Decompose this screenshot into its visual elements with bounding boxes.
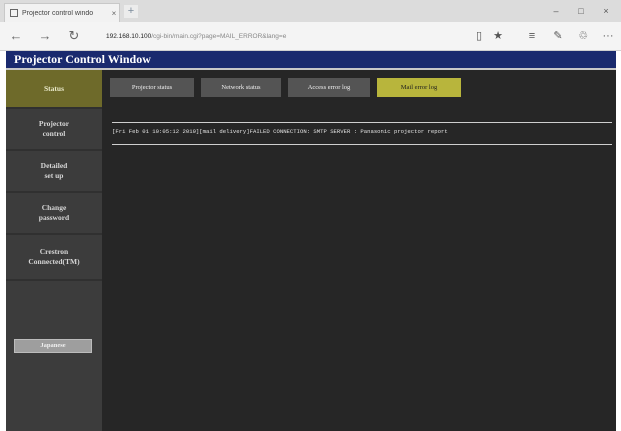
url-path: /cgi-bin/main.cgi?page=MAIL_ERROR&lang=e (151, 33, 287, 40)
tab-network-status[interactable]: Network status (201, 78, 281, 97)
japanese-button[interactable]: Japanese (14, 339, 92, 353)
sidebar-item-status[interactable]: Status (6, 70, 102, 109)
sidebar-item-crestron-connected[interactable]: Crestron Connected(TM) (6, 235, 102, 281)
hub-icon[interactable]: ≡ (525, 29, 539, 43)
sidebar-item-change-password[interactable]: Change password (6, 193, 102, 235)
page-icon (10, 9, 18, 17)
url-host: 192.168.10.100 (106, 33, 152, 40)
back-icon[interactable]: ← (8, 28, 24, 44)
tab-access-error-log[interactable]: Access error log (288, 78, 370, 97)
minimize-button[interactable]: – (548, 5, 564, 17)
mail-error-log: [Fri Feb 01 10:05:12 2019][mail delivery… (112, 122, 612, 152)
sidebar-item-detailed-set-up[interactable]: Detailed set up (6, 151, 102, 193)
projector-control-window: Projector Control Window Status Projecto… (6, 51, 616, 431)
forward-icon[interactable]: → (37, 28, 53, 44)
log-top-rule (112, 122, 612, 123)
log-bottom-rule (112, 144, 612, 145)
reading-view-icon[interactable]: ▯ (472, 29, 486, 43)
favorite-star-icon[interactable]: ★ (491, 29, 505, 43)
web-note-icon[interactable]: ✎ (551, 29, 565, 43)
app-title: Projector Control Window (6, 51, 616, 68)
tab-mail-error-log[interactable]: Mail error log (377, 78, 461, 97)
log-entry: [Fri Feb 01 10:05:12 2019][mail delivery… (112, 128, 448, 135)
status-tabs: Projector status Network status Access e… (102, 70, 616, 110)
share-icon[interactable]: ♲ (576, 29, 590, 43)
browser-tab[interactable]: Projector control windo × (4, 3, 120, 22)
maximize-button[interactable]: □ (573, 5, 589, 17)
url-input[interactable]: 192.168.10.100/cgi-bin/main.cgi?page=MAI… (100, 28, 480, 45)
tab-close-icon[interactable]: × (109, 9, 119, 18)
more-icon[interactable]: ··· (601, 29, 615, 43)
new-tab-button[interactable]: + (124, 5, 138, 18)
sidebar-item-projector-control[interactable]: Projector control (6, 109, 102, 151)
main-panel: Projector status Network status Access e… (102, 70, 616, 431)
refresh-icon[interactable]: ↻ (66, 28, 82, 44)
close-window-button[interactable]: × (598, 5, 614, 17)
browser-tab-strip: Projector control windo × + – □ × (0, 0, 621, 22)
tab-projector-status[interactable]: Projector status (110, 78, 194, 97)
address-bar: ← → ↻ 192.168.10.100/cgi-bin/main.cgi?pa… (0, 22, 621, 51)
tab-title: Projector control windo (22, 9, 94, 17)
sidebar: Status Projector control Detailed set up… (6, 70, 102, 431)
